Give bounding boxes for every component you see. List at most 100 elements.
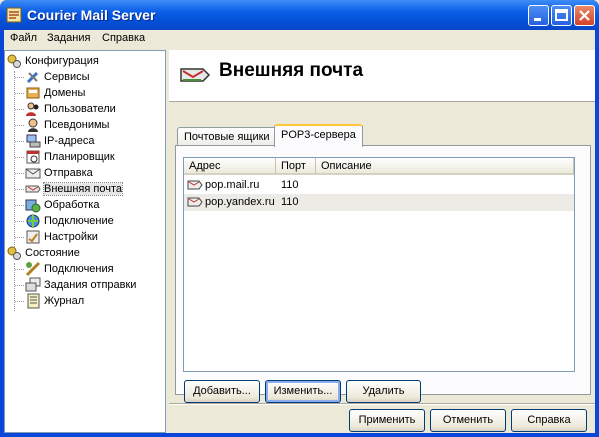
external-mail-icon: [180, 68, 211, 82]
tree-item-label: Задания отправки: [44, 279, 137, 291]
tree-item-sending[interactable]: Отправка: [15, 165, 93, 181]
menu-bar: Файл Задания Справка: [4, 30, 595, 48]
menu-help[interactable]: Справка: [102, 32, 145, 44]
table-row[interactable]: pop.yandex.ru 110: [184, 194, 574, 211]
tree-node-state[interactable]: Состояние: [6, 245, 80, 261]
external-mail-icon: [25, 185, 41, 193]
tree-item-label: Подключения: [44, 263, 114, 275]
alias-icon: [28, 118, 38, 132]
cancel-button[interactable]: Отменить: [430, 409, 506, 432]
tree-line: [15, 173, 24, 174]
pop3-server-list[interactable]: Адрес Порт Описание pop.mail.ru 110 pop.…: [183, 157, 575, 372]
main-window: Courier Mail Server Файл Задания Справка…: [0, 0, 599, 437]
scheduler-icon: [26, 150, 40, 164]
tree-item-scheduler[interactable]: Планировщик: [15, 149, 115, 165]
tree-line: [15, 205, 24, 206]
delete-button[interactable]: Удалить: [346, 380, 421, 403]
tree-item-connections[interactable]: Подключения: [15, 261, 114, 277]
connections-icon: [25, 261, 41, 277]
tree-item-label: Сервисы: [44, 71, 90, 83]
title-bar[interactable]: Courier Mail Server: [0, 0, 599, 30]
maximize-button[interactable]: [551, 5, 572, 26]
tree-node-config[interactable]: Конфигурация: [6, 53, 99, 69]
tree-item-users[interactable]: Пользователи: [15, 101, 116, 117]
outbox-icon: [25, 168, 41, 179]
close-icon: [579, 10, 590, 21]
tree-item-label: Псевдонимы: [44, 119, 110, 131]
help-button[interactable]: Справка: [511, 409, 587, 432]
tree-line: [15, 141, 24, 142]
navigation-tree[interactable]: Конфигурация Сервисы Домены Пользователи…: [4, 50, 166, 433]
globe-icon: [26, 214, 40, 228]
separator: [169, 403, 595, 405]
users-icon: [26, 102, 39, 116]
minimize-button[interactable]: [528, 5, 549, 26]
menu-file[interactable]: Файл: [10, 32, 37, 44]
tree-item-connection[interactable]: Подключение: [15, 213, 114, 229]
domains-icon: [26, 87, 40, 99]
tab-mailboxes[interactable]: Почтовые ящики: [177, 127, 277, 147]
tree-item-label: IP-адреса: [44, 135, 95, 147]
window-title: Courier Mail Server: [27, 7, 156, 23]
tree-item-label: Внешняя почта: [43, 182, 123, 196]
row-port: 110: [281, 196, 299, 208]
tree-line: [14, 263, 15, 311]
tree-line: [15, 221, 24, 222]
tree-item-processing[interactable]: Обработка: [15, 197, 100, 213]
edit-button[interactable]: Изменить...: [265, 380, 341, 403]
column-header-address[interactable]: Адрес: [184, 158, 276, 175]
minimize-icon: [534, 18, 541, 21]
settings-icon: [26, 230, 40, 244]
page-header: Внешняя почта: [169, 50, 595, 102]
server-icon: [187, 197, 203, 207]
tree-item-label: Настройки: [44, 231, 98, 243]
tree-line: [15, 189, 24, 190]
row-address: pop.yandex.ru: [205, 196, 275, 208]
tree-line: [15, 77, 24, 78]
tree-line: [15, 157, 24, 158]
row-port: 110: [281, 179, 299, 191]
tree-node-label: Состояние: [25, 247, 80, 259]
tree-item-external-mail[interactable]: Внешняя почта: [15, 181, 123, 197]
tab-pop3-servers[interactable]: POP3-сервера: [274, 124, 363, 147]
tree-item-label: Пользователи: [44, 103, 116, 115]
tree-line: [15, 109, 24, 110]
tree-line: [15, 237, 24, 238]
tree-item-label: Планировщик: [44, 151, 115, 163]
tree-item-services[interactable]: Сервисы: [15, 69, 90, 85]
tree-line: [15, 269, 24, 270]
apply-button[interactable]: Применить: [349, 409, 425, 432]
tree-item-log[interactable]: Журнал: [15, 293, 85, 309]
tree-item-label: Журнал: [44, 295, 85, 307]
tree-item-aliases[interactable]: Псевдонимы: [15, 117, 110, 133]
tree-item-send-tasks[interactable]: Задания отправки: [15, 277, 137, 293]
gears-icon: [7, 54, 21, 68]
tree-item-ip-addresses[interactable]: IP-адреса: [15, 133, 95, 149]
content-panel: Внешняя почта Почтовые ящики POP3-сервер…: [169, 50, 595, 433]
menu-tasks[interactable]: Задания: [47, 32, 90, 44]
tree-item-label: Обработка: [44, 199, 100, 211]
tree-item-settings[interactable]: Настройки: [15, 229, 98, 245]
processing-icon: [25, 199, 41, 213]
tree-line: [15, 93, 24, 94]
tree-item-label: Отправка: [44, 167, 93, 179]
client-area: Файл Задания Справка Конфигурация Сервис…: [4, 30, 595, 433]
row-address: pop.mail.ru: [205, 179, 260, 191]
column-header-description[interactable]: Описание: [316, 158, 574, 175]
app-icon: [6, 7, 22, 23]
table-row[interactable]: pop.mail.ru 110: [184, 177, 574, 194]
tree-item-domains[interactable]: Домены: [15, 85, 86, 101]
add-button[interactable]: Добавить...: [184, 380, 260, 403]
column-header-port[interactable]: Порт: [276, 158, 316, 175]
maximize-icon: [555, 9, 568, 21]
page-title: Внешняя почта: [219, 60, 364, 81]
close-button[interactable]: [574, 5, 595, 26]
tree-line: [15, 301, 24, 302]
network-icon: [26, 134, 41, 148]
tree-node-label: Конфигурация: [25, 55, 99, 67]
tree-item-label: Домены: [44, 87, 86, 99]
tree-line: [15, 285, 24, 286]
gears-icon: [7, 246, 21, 260]
queue-icon: [25, 277, 41, 292]
tree-item-label: Подключение: [44, 215, 114, 227]
